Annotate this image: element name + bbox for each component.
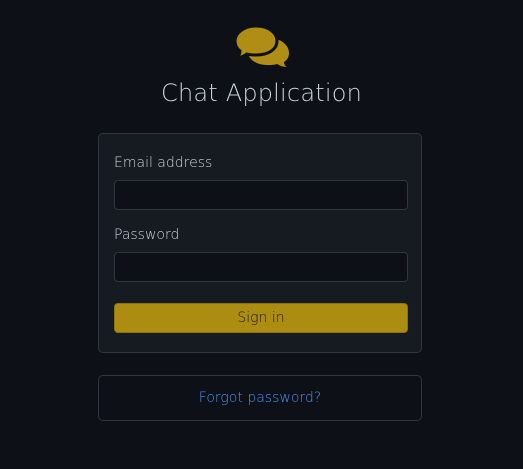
forgot-password-box: Forgot password? <box>98 375 422 421</box>
login-page: Chat Application Email address Password … <box>0 0 523 469</box>
sign-in-button[interactable]: Sign in <box>114 303 408 333</box>
login-card: Email address Password Sign in <box>98 133 422 353</box>
password-field[interactable] <box>114 252 408 282</box>
email-field[interactable] <box>114 180 408 210</box>
app-title: Chat Application <box>160 79 362 107</box>
password-label: Password <box>114 227 180 243</box>
email-label: Email address <box>114 155 213 171</box>
forgot-password-link[interactable]: Forgot password? <box>199 390 321 406</box>
comments-icon <box>234 24 289 67</box>
